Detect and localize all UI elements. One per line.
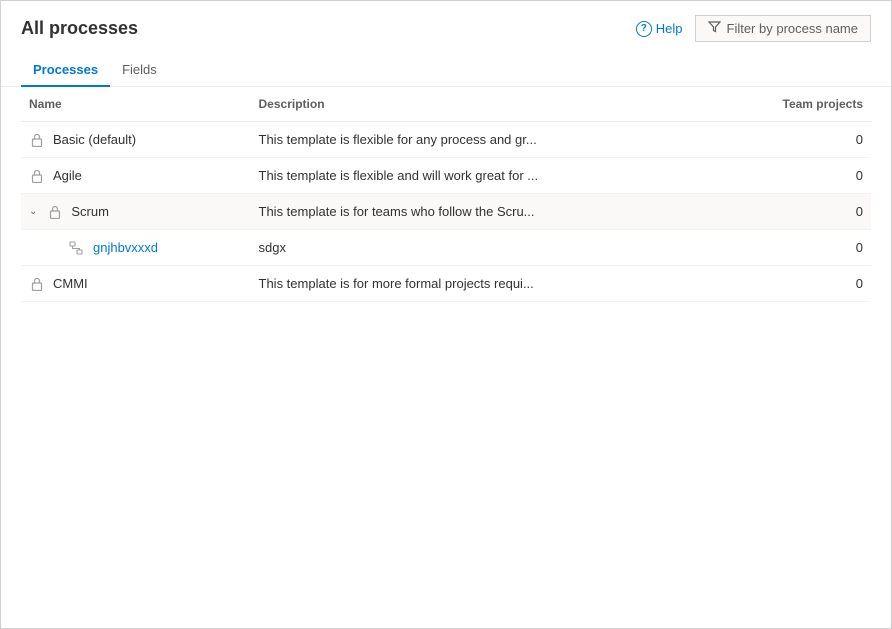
process-description: This template is flexible for any proces… xyxy=(251,122,719,158)
processes-table: Name Description Team projects Basic (de… xyxy=(21,87,871,302)
process-description: sdgx xyxy=(251,230,719,266)
col-header-name: Name xyxy=(21,87,251,122)
chevron-down-icon[interactable]: ⌄ xyxy=(29,206,37,217)
process-description: This template is for more formal project… xyxy=(251,266,719,302)
tabs-bar: Processes Fields xyxy=(1,46,891,87)
help-icon: ? xyxy=(636,21,652,37)
row-name-cell: Agile xyxy=(29,168,243,183)
table-container: Name Description Team projects Basic (de… xyxy=(1,87,891,628)
filter-label: Filter by process name xyxy=(727,21,859,36)
help-label: Help xyxy=(656,21,683,36)
table-row: Basic (default) This template is flexible… xyxy=(21,122,871,158)
team-projects-count: 0 xyxy=(718,266,871,302)
child-process-icon xyxy=(69,241,85,255)
process-description: This template is for teams who follow th… xyxy=(251,194,719,230)
process-name: Agile xyxy=(53,168,82,183)
filter-button[interactable]: Filter by process name xyxy=(695,15,872,42)
process-name: Scrum xyxy=(71,204,109,219)
table-header-row: Name Description Team projects xyxy=(21,87,871,122)
team-projects-count: 0 xyxy=(718,194,871,230)
table-row: CMMI This template is for more formal pro… xyxy=(21,266,871,302)
filter-icon xyxy=(708,21,721,36)
process-description: This template is flexible and will work … xyxy=(251,158,719,194)
tab-processes[interactable]: Processes xyxy=(21,54,110,87)
lock-icon xyxy=(47,205,63,219)
row-name-cell: gnjhbvxxxd xyxy=(29,240,243,255)
main-window: All processes ? Help Filter by process n… xyxy=(0,0,892,629)
process-name[interactable]: gnjhbvxxxd xyxy=(93,240,158,255)
lock-icon xyxy=(29,169,45,183)
team-projects-count: 0 xyxy=(718,122,871,158)
row-name-cell: CMMI xyxy=(29,276,243,291)
row-name-cell: ⌄ Scrum xyxy=(29,204,243,219)
col-header-description: Description xyxy=(251,87,719,122)
page-title: All processes xyxy=(21,18,138,39)
team-projects-count: 0 xyxy=(718,230,871,266)
col-header-team-projects: Team projects xyxy=(718,87,871,122)
table-row: Agile This template is flexible and will … xyxy=(21,158,871,194)
help-button[interactable]: ? Help xyxy=(636,21,683,37)
tab-fields[interactable]: Fields xyxy=(110,54,169,87)
row-name-cell: Basic (default) xyxy=(29,132,243,147)
lock-icon xyxy=(29,133,45,147)
table-row: gnjhbvxxxd sdgx0 xyxy=(21,230,871,266)
process-name: CMMI xyxy=(53,276,88,291)
table-row: ⌄ Scrum This template is for teams who fo… xyxy=(21,194,871,230)
process-name: Basic (default) xyxy=(53,132,136,147)
header-actions: ? Help Filter by process name xyxy=(636,15,871,42)
page-header: All processes ? Help Filter by process n… xyxy=(1,1,891,42)
lock-icon xyxy=(29,277,45,291)
team-projects-count: 0 xyxy=(718,158,871,194)
